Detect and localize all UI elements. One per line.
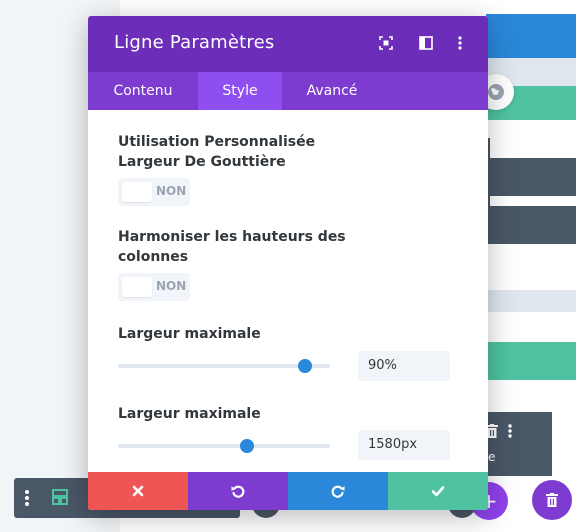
tab-contenu[interactable]: Contenu bbox=[88, 72, 198, 110]
modal-title: Ligne Paramètres bbox=[114, 32, 275, 53]
toggle-state: NON bbox=[156, 279, 187, 293]
redo-icon bbox=[331, 485, 345, 498]
undo-icon bbox=[231, 485, 245, 498]
row-more-icon[interactable] bbox=[24, 489, 30, 507]
check-icon bbox=[431, 486, 445, 497]
trash-icon bbox=[546, 493, 558, 507]
gutter-toggle[interactable]: NON bbox=[118, 178, 190, 206]
redo-button[interactable] bbox=[288, 472, 388, 510]
modal-body: Utilisation Personnalisée Largeur De Gou… bbox=[88, 110, 488, 472]
tab-avance[interactable]: Avancé bbox=[282, 72, 382, 110]
max-width-label: Largeur maximale bbox=[118, 406, 261, 422]
module-label: e bbox=[488, 450, 496, 464]
toggle-knob bbox=[122, 182, 152, 202]
toggle-state: NON bbox=[156, 184, 187, 198]
close-icon bbox=[132, 485, 144, 497]
slider-thumb[interactable] bbox=[240, 439, 255, 453]
toggle-knob bbox=[122, 277, 152, 297]
slider-thumb[interactable] bbox=[297, 359, 312, 373]
fullscreen-icon[interactable] bbox=[378, 35, 394, 51]
row-settings-modal: Ligne Paramètres Contenu Style Avancé Ut… bbox=[88, 16, 488, 510]
blue-section-bar[interactable] bbox=[486, 14, 576, 58]
dark-module-bar[interactable] bbox=[482, 158, 576, 196]
max-width-label: Largeur maximale bbox=[118, 326, 261, 342]
modal-footer bbox=[88, 472, 488, 510]
cancel-button[interactable] bbox=[88, 472, 188, 510]
save-button[interactable] bbox=[388, 472, 488, 510]
dark-module-bar[interactable] bbox=[482, 206, 576, 244]
more-options-icon[interactable] bbox=[452, 35, 468, 51]
max-width-value-input[interactable]: 90% bbox=[358, 351, 450, 381]
delete-row-button[interactable] bbox=[532, 480, 572, 520]
section-divider bbox=[486, 290, 576, 312]
gutter-label: Utilisation Personnalisée Largeur De Gou… bbox=[118, 134, 316, 170]
modal-tabs: Contenu Style Avancé bbox=[88, 72, 488, 110]
max-width-slider[interactable] bbox=[118, 359, 330, 373]
max-width-slider[interactable] bbox=[118, 439, 330, 453]
globe-icon bbox=[488, 84, 504, 100]
more-dots-icon[interactable] bbox=[508, 424, 512, 438]
row-layout-icon[interactable] bbox=[52, 489, 68, 505]
tab-style[interactable]: Style bbox=[198, 72, 282, 110]
teal-module-bar[interactable] bbox=[486, 342, 576, 380]
split-view-icon[interactable] bbox=[418, 35, 434, 51]
modal-header[interactable]: Ligne Paramètres bbox=[88, 16, 488, 72]
undo-button[interactable] bbox=[188, 472, 288, 510]
max-width-value-input[interactable]: 1580px bbox=[358, 430, 450, 460]
equalize-label: Harmoniser les hauteurs des colonnes bbox=[118, 229, 346, 265]
equalize-toggle[interactable]: NON bbox=[118, 273, 190, 301]
